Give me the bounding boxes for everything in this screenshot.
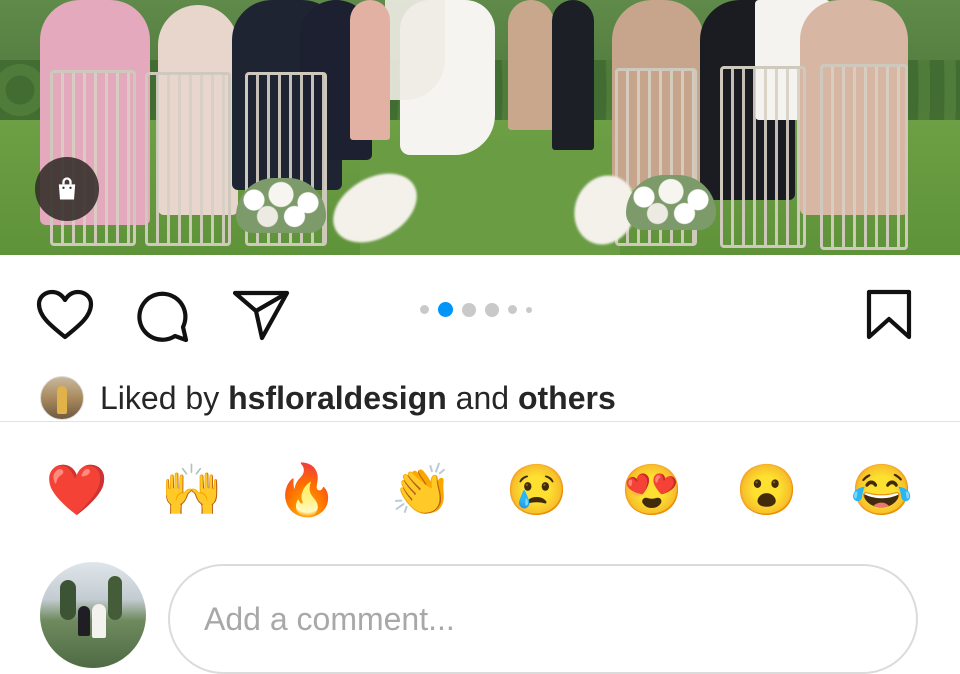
paper-plane-icon	[232, 290, 290, 341]
flower-arrangement	[236, 178, 326, 233]
liker-username[interactable]: hsfloraldesign	[228, 380, 447, 416]
comment-input-container[interactable]	[168, 564, 918, 674]
comment-button[interactable]	[135, 289, 191, 350]
reaction-raising-hands-button[interactable]: 🙌	[160, 458, 224, 522]
flower-arrangement	[626, 175, 716, 230]
current-user-avatar	[40, 562, 146, 668]
carousel-dot	[485, 302, 499, 317]
reaction-fire-button[interactable]: 🔥	[275, 458, 339, 522]
reaction-clapping-hands-button[interactable]: 👏	[390, 458, 454, 522]
reaction-tears-of-joy-button[interactable]: 😂	[850, 458, 914, 522]
like-button[interactable]	[36, 289, 94, 346]
carousel-dot	[526, 306, 532, 313]
chair	[720, 66, 806, 248]
chair	[820, 64, 908, 250]
comment-icon	[137, 291, 189, 343]
reaction-heart-eyes-button[interactable]: 😍	[620, 458, 684, 522]
chair	[145, 72, 231, 246]
likes-others-link[interactable]: others	[518, 380, 616, 416]
arch-drape	[385, 0, 445, 100]
quick-reactions: ❤️ 🙌 🔥 👏 😢 😍 😮 😂	[0, 458, 960, 522]
likes-summary[interactable]: Liked by hsfloraldesign and others	[40, 376, 616, 420]
shopping-bag-icon	[58, 177, 76, 200]
officiant-figure	[508, 0, 554, 130]
reaction-astonished-face-button[interactable]: 😮	[735, 458, 799, 522]
divider	[0, 421, 960, 422]
comment-input[interactable]	[202, 596, 886, 642]
carousel-indicator	[420, 302, 532, 317]
carousel-dot	[462, 302, 476, 317]
carousel-dot	[508, 305, 517, 314]
save-button[interactable]	[866, 289, 912, 346]
liker-avatar[interactable]	[40, 376, 84, 420]
post-photo[interactable]	[0, 0, 960, 255]
reaction-crying-face-button[interactable]: 😢	[505, 458, 569, 522]
groom-figure	[552, 0, 594, 150]
guest-figure	[350, 0, 390, 140]
share-button[interactable]	[232, 289, 290, 346]
likes-connector: and	[455, 379, 510, 416]
likes-text: Liked by hsfloraldesign and others	[100, 380, 616, 417]
carousel-dot-active	[438, 302, 453, 317]
bookmark-icon	[866, 289, 912, 340]
carousel-dot	[420, 305, 429, 314]
heart-icon	[36, 289, 94, 340]
shopping-bag-button[interactable]	[35, 157, 99, 221]
reaction-red-heart-button[interactable]: ❤️	[45, 458, 109, 522]
likes-prefix: Liked by	[100, 379, 220, 416]
